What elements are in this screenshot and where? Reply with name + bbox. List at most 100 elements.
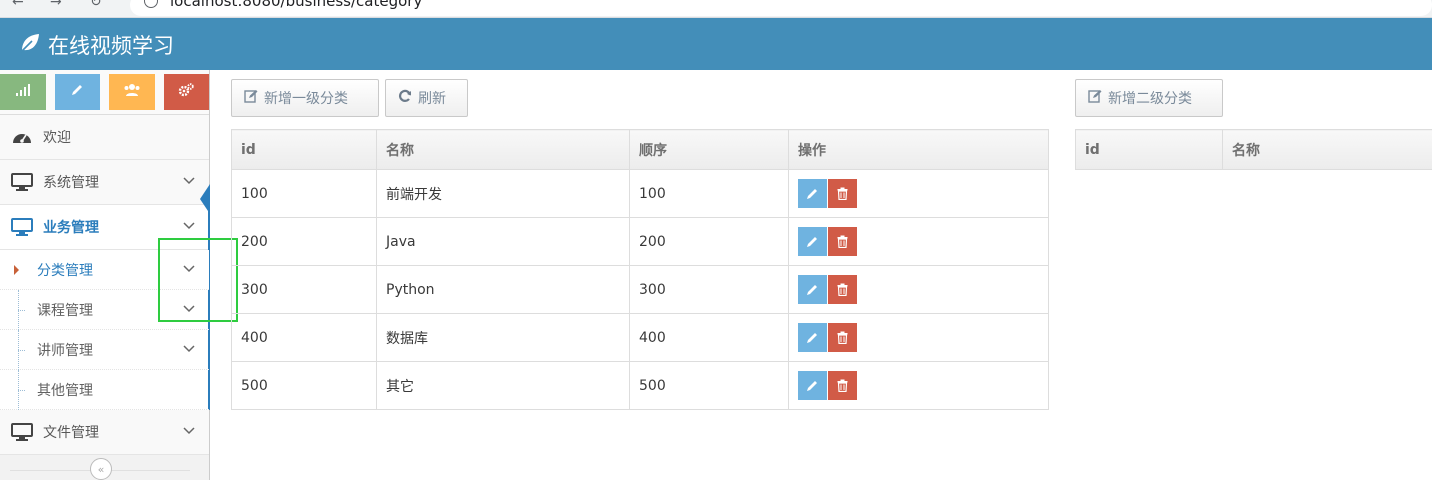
pencil-icon: [807, 333, 817, 343]
tree-dash: [18, 390, 25, 391]
row-actions: [798, 179, 1039, 208]
leaf-icon: [18, 31, 42, 60]
table-row: 400 数据库 400: [231, 313, 1049, 362]
shortcuts: [0, 70, 209, 115]
active-menu-pointer: [200, 184, 210, 214]
submenu-other-label: 其他管理: [37, 382, 93, 399]
cell-name: Python: [376, 265, 630, 314]
menu-business-label: 业务管理: [43, 220, 99, 236]
cell-name: Java: [376, 217, 630, 266]
top-navbar: 在线视频学习: [0, 18, 1432, 70]
pencil-icon: [807, 237, 817, 247]
chevron-down-icon: [183, 177, 195, 185]
forward-icon[interactable]: →: [50, 0, 62, 10]
column-header-sort: 顺序: [629, 129, 789, 170]
level1-category-table: id 名称 顺序 操作 100 前端开发 100 200 Java 200 300 Pytho…: [231, 129, 1049, 410]
menu-file[interactable]: 文件管理: [0, 410, 209, 455]
desktop-icon: [10, 423, 34, 441]
chevron-down-icon: [183, 427, 195, 435]
submenu-category-label: 分类管理: [37, 262, 93, 279]
edit-icon: [244, 89, 258, 107]
level2-category-table: id 名称: [1075, 129, 1432, 170]
submenu-item-other[interactable]: 其他管理: [0, 370, 209, 410]
cell-actions: [788, 313, 1049, 362]
edit-button[interactable]: [798, 275, 827, 304]
edit-button[interactable]: [798, 179, 827, 208]
menu-system-label: 系统管理: [43, 175, 99, 191]
back-icon[interactable]: ←: [12, 0, 24, 10]
cell-sort: 400: [629, 313, 789, 362]
delete-button[interactable]: [828, 227, 857, 256]
edit-button[interactable]: [798, 323, 827, 352]
column-header-name: 名称: [1222, 129, 1432, 170]
reload-icon[interactable]: ↻: [90, 0, 102, 10]
address-text[interactable]: localhost:8080/business/category: [170, 0, 422, 10]
refresh-button[interactable]: 刷新: [385, 79, 468, 117]
row-actions: [798, 227, 1039, 256]
address-bar[interactable]: localhost:8080/business/category: [130, 0, 1432, 16]
pencil-icon: [70, 83, 84, 101]
cell-id: 400: [231, 313, 377, 362]
shortcut-pencil[interactable]: [54, 74, 100, 110]
delete-button[interactable]: [828, 323, 857, 352]
submenu-course-label: 课程管理: [37, 302, 93, 319]
desktop-icon: [10, 173, 34, 191]
menu-file-label: 文件管理: [43, 425, 99, 441]
dashboard-icon: [10, 129, 34, 145]
pencil-icon: [807, 285, 817, 295]
cell-sort: 500: [629, 361, 789, 410]
cell-actions: [788, 169, 1049, 218]
table-row: 200 Java 200: [231, 217, 1049, 266]
add-level2-category-button[interactable]: 新增二级分类: [1075, 79, 1223, 117]
trash-icon: [837, 235, 848, 248]
tree-dash: [18, 350, 25, 351]
cell-actions: [788, 265, 1049, 314]
cell-name: 数据库: [376, 313, 630, 362]
double-angle-left-icon[interactable]: «: [90, 458, 112, 480]
annotation-highlight-box: [158, 238, 238, 322]
shortcut-cogs[interactable]: [163, 74, 209, 110]
shortcut-users[interactable]: [109, 74, 155, 110]
add-level1-category-button[interactable]: 新增一级分类: [231, 79, 379, 117]
row-actions: [798, 371, 1039, 400]
column-header-name: 名称: [376, 129, 630, 170]
chevron-down-icon: [183, 345, 195, 353]
desktop-icon: [10, 218, 34, 236]
trash-icon: [837, 379, 848, 392]
cell-name: 前端开发: [376, 169, 630, 218]
site-info-icon[interactable]: [144, 0, 158, 8]
cogs-icon: [178, 83, 194, 101]
table-header-row: id 名称: [1075, 129, 1432, 170]
submenu-teacher-label: 讲师管理: [37, 342, 93, 359]
cell-actions: [788, 361, 1049, 410]
shortcut-signal[interactable]: [0, 74, 46, 110]
edit-button[interactable]: [798, 371, 827, 400]
app-title: 在线视频学习: [48, 34, 174, 58]
column-header-id: id: [1075, 129, 1223, 170]
cell-sort: 100: [629, 169, 789, 218]
brand[interactable]: 在线视频学习: [18, 30, 174, 60]
edit-button[interactable]: [798, 227, 827, 256]
row-actions: [798, 323, 1039, 352]
caret-right-icon: [14, 265, 19, 275]
table-row: 100 前端开发 100: [231, 169, 1049, 218]
browser-bar: ← → ↻ localhost:8080/business/category: [0, 0, 1432, 18]
cell-id: 300: [231, 265, 377, 314]
cell-id: 100: [231, 169, 377, 218]
sidebar-collapse: «: [10, 454, 190, 480]
delete-button[interactable]: [828, 179, 857, 208]
column-header-id: id: [231, 129, 377, 170]
table-header-row: id 名称 顺序 操作: [231, 129, 1049, 170]
row-actions: [798, 275, 1039, 304]
menu-system[interactable]: 系统管理: [0, 160, 209, 205]
edit-icon: [1088, 89, 1102, 107]
menu-welcome[interactable]: 欢迎: [0, 115, 209, 160]
cell-actions: [788, 217, 1049, 266]
add-level2-label: 新增二级分类: [1108, 91, 1192, 107]
delete-button[interactable]: [828, 275, 857, 304]
tree-dash: [18, 310, 25, 311]
cell-sort: 300: [629, 265, 789, 314]
delete-button[interactable]: [828, 371, 857, 400]
column-header-actions: 操作: [788, 129, 1049, 170]
submenu-item-teacher[interactable]: 讲师管理: [0, 330, 209, 370]
